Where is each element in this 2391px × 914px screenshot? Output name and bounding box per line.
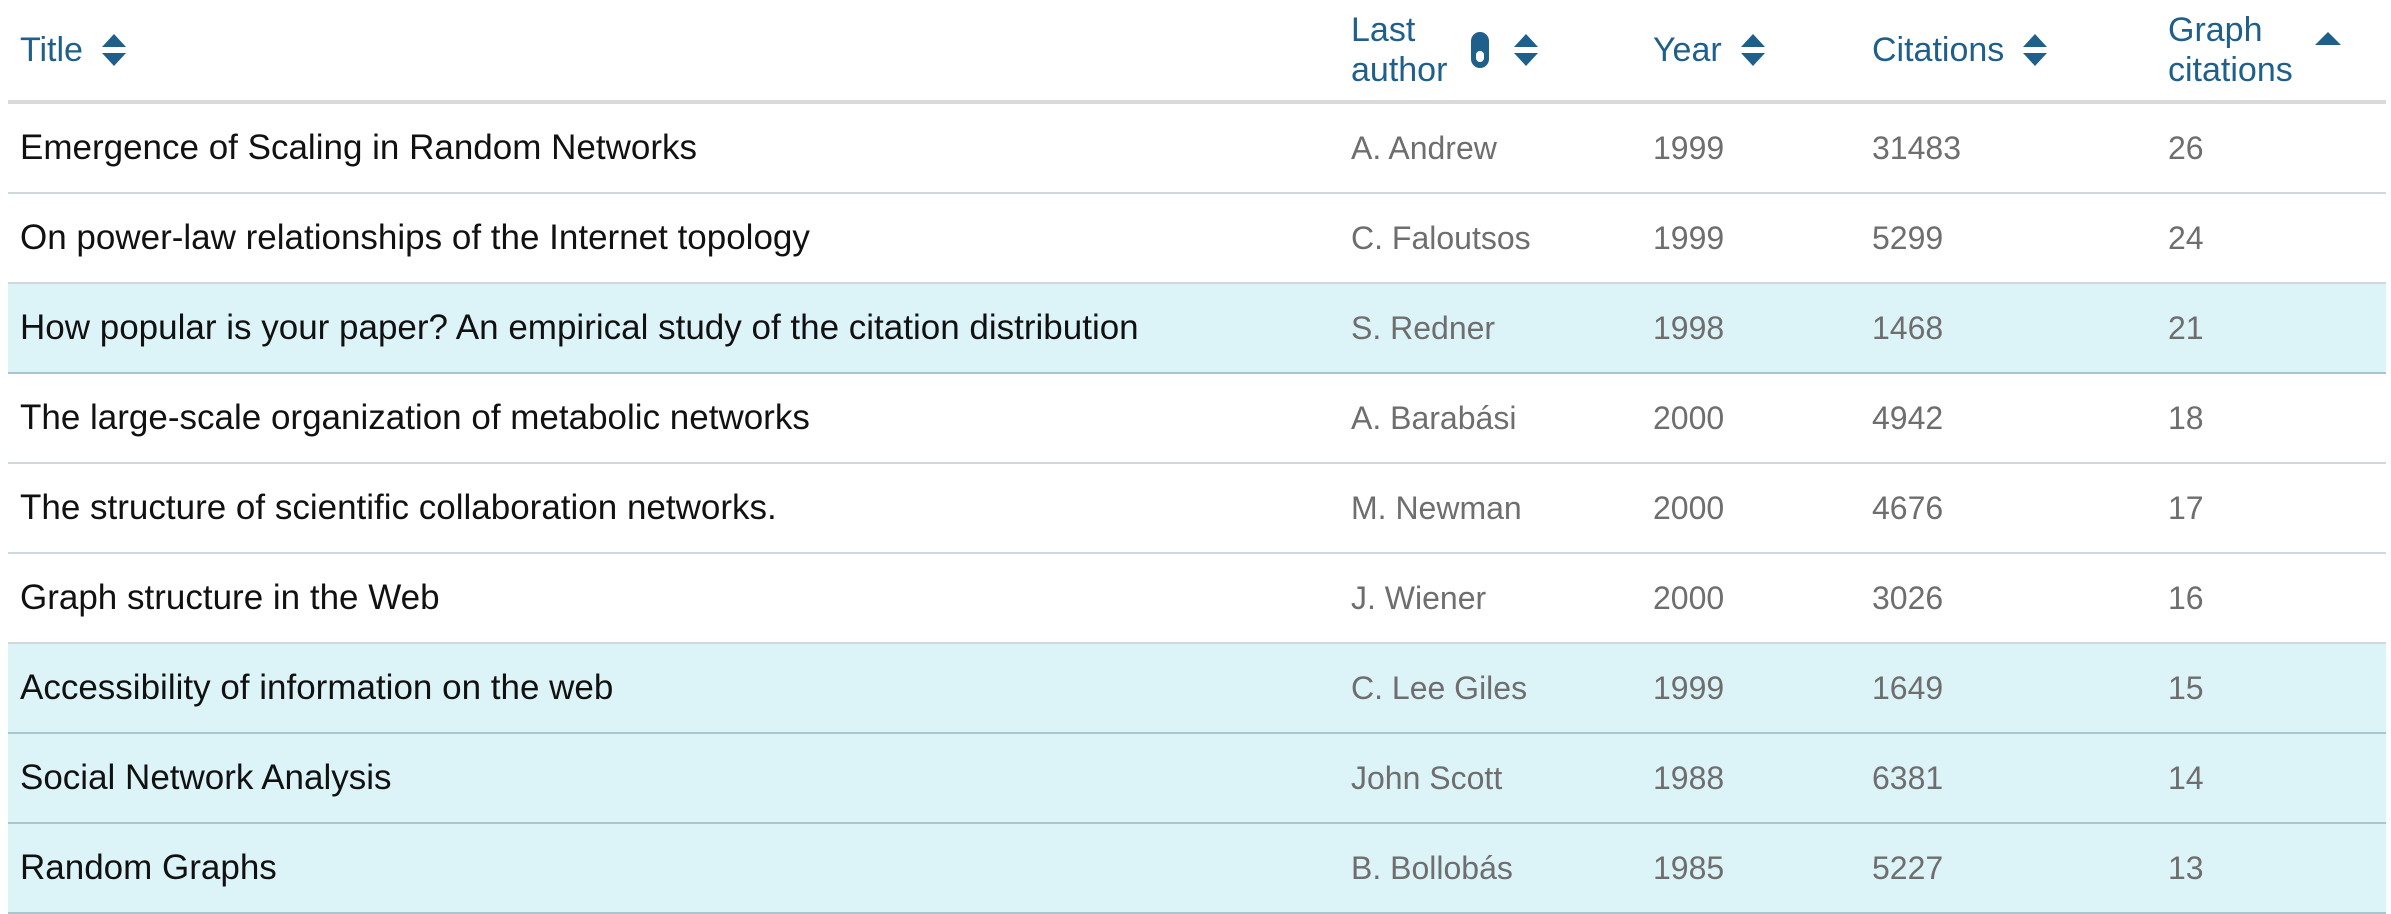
filter-toggle-icon[interactable] bbox=[1469, 30, 1491, 70]
sort-both-icon[interactable] bbox=[2022, 32, 2048, 68]
cell-citations: 4676 bbox=[1872, 489, 1944, 526]
cell-title[interactable]: Social Network Analysis bbox=[20, 734, 392, 822]
column-label-graph-line2: citations bbox=[2168, 51, 2293, 89]
cell-author: A. Barabási bbox=[1351, 399, 1517, 436]
cell-year: 1999 bbox=[1653, 219, 1725, 256]
cell-graph-citations: 17 bbox=[2168, 489, 2204, 526]
cell-citations: 6381 bbox=[1872, 759, 1944, 796]
cell-citations: 1468 bbox=[1872, 309, 1944, 346]
sort-ascending-icon[interactable] bbox=[2314, 30, 2341, 70]
column-label-author: Last author bbox=[1351, 10, 1447, 90]
cell-graph-citations: 24 bbox=[2168, 219, 2204, 256]
table-row[interactable]: Random Graphs B. Bollobás 1985 5227 13 bbox=[8, 824, 2386, 914]
cell-year: 2000 bbox=[1653, 489, 1725, 526]
column-header-author[interactable]: Last author bbox=[1351, 0, 1539, 100]
table-row[interactable]: Graph structure in the Web J. Wiener 200… bbox=[8, 554, 2386, 644]
cell-title[interactable]: Graph structure in the Web bbox=[20, 554, 440, 642]
cell-title[interactable]: On power-law relationships of the Intern… bbox=[20, 194, 810, 282]
sort-both-icon[interactable] bbox=[1740, 32, 1766, 68]
cell-author: M. Newman bbox=[1351, 489, 1522, 526]
cell-title[interactable]: Random Graphs bbox=[20, 824, 277, 912]
column-label-citations: Citations bbox=[1872, 31, 2005, 69]
sort-both-icon[interactable] bbox=[101, 32, 127, 68]
column-label-title: Title bbox=[20, 31, 83, 69]
cell-title[interactable]: The structure of scientific collaboratio… bbox=[20, 464, 777, 552]
cell-citations: 5299 bbox=[1872, 219, 1944, 256]
column-label-graph-line1: Graph bbox=[2168, 11, 2263, 49]
cell-citations: 3026 bbox=[1872, 579, 1944, 616]
cell-year: 2000 bbox=[1653, 579, 1725, 616]
column-label-author-line2: author bbox=[1351, 51, 1448, 89]
cell-year: 2000 bbox=[1653, 399, 1725, 436]
cell-author: C. Faloutsos bbox=[1351, 219, 1531, 256]
cell-author: J. Wiener bbox=[1351, 579, 1487, 616]
table-row[interactable]: Accessibility of information on the web … bbox=[8, 644, 2386, 734]
table-row[interactable]: Emergence of Scaling in Random Networks … bbox=[8, 104, 2386, 194]
cell-year: 1985 bbox=[1653, 849, 1725, 886]
table-row[interactable]: How popular is your paper? An empirical … bbox=[8, 284, 2386, 374]
column-label-year: Year bbox=[1653, 31, 1722, 69]
column-header-title[interactable]: Title bbox=[20, 0, 127, 100]
cell-author: B. Bollobás bbox=[1351, 849, 1513, 886]
cell-graph-citations: 13 bbox=[2168, 849, 2204, 886]
table-header: Title Last author Year Citations Graph c… bbox=[8, 0, 2386, 104]
cell-title[interactable]: The large-scale organization of metaboli… bbox=[20, 374, 810, 462]
cell-title[interactable]: Accessibility of information on the web bbox=[20, 644, 613, 732]
cell-year: 1999 bbox=[1653, 669, 1725, 706]
column-header-citations[interactable]: Citations bbox=[1872, 0, 2048, 100]
cell-title[interactable]: Emergence of Scaling in Random Networks bbox=[20, 104, 697, 192]
table-row[interactable]: The structure of scientific collaboratio… bbox=[8, 464, 2386, 554]
table-row[interactable]: Social Network Analysis John Scott 1988 … bbox=[8, 734, 2386, 824]
cell-author: A. Andrew bbox=[1351, 129, 1497, 166]
cell-year: 1988 bbox=[1653, 759, 1725, 796]
cell-author: C. Lee Giles bbox=[1351, 669, 1528, 706]
cell-citations: 1649 bbox=[1872, 669, 1944, 706]
table-row[interactable]: On power-law relationships of the Intern… bbox=[8, 194, 2386, 284]
cell-graph-citations: 26 bbox=[2168, 129, 2204, 166]
cell-citations: 4942 bbox=[1872, 399, 1944, 436]
papers-table: Title Last author Year Citations Graph c… bbox=[8, 0, 2386, 914]
cell-graph-citations: 15 bbox=[2168, 669, 2204, 706]
table-row[interactable]: The large-scale organization of metaboli… bbox=[8, 374, 2386, 464]
column-header-year[interactable]: Year bbox=[1653, 0, 1766, 100]
cell-citations: 31483 bbox=[1872, 129, 1961, 166]
cell-graph-citations: 16 bbox=[2168, 579, 2204, 616]
cell-graph-citations: 18 bbox=[2168, 399, 2204, 436]
column-label-author-line1: Last bbox=[1351, 11, 1416, 49]
cell-graph-citations: 21 bbox=[2168, 309, 2204, 346]
cell-year: 1999 bbox=[1653, 129, 1725, 166]
table-body: Emergence of Scaling in Random Networks … bbox=[8, 104, 2386, 914]
cell-year: 1998 bbox=[1653, 309, 1725, 346]
column-label-graph-citations: Graph citations bbox=[2168, 10, 2293, 90]
cell-author: John Scott bbox=[1351, 759, 1503, 796]
column-header-graph-citations[interactable]: Graph citations bbox=[2168, 0, 2341, 100]
sort-both-icon[interactable] bbox=[1513, 32, 1539, 68]
cell-graph-citations: 14 bbox=[2168, 759, 2204, 796]
cell-citations: 5227 bbox=[1872, 849, 1944, 886]
cell-author: S. Redner bbox=[1351, 309, 1496, 346]
cell-title[interactable]: How popular is your paper? An empirical … bbox=[20, 284, 1139, 372]
